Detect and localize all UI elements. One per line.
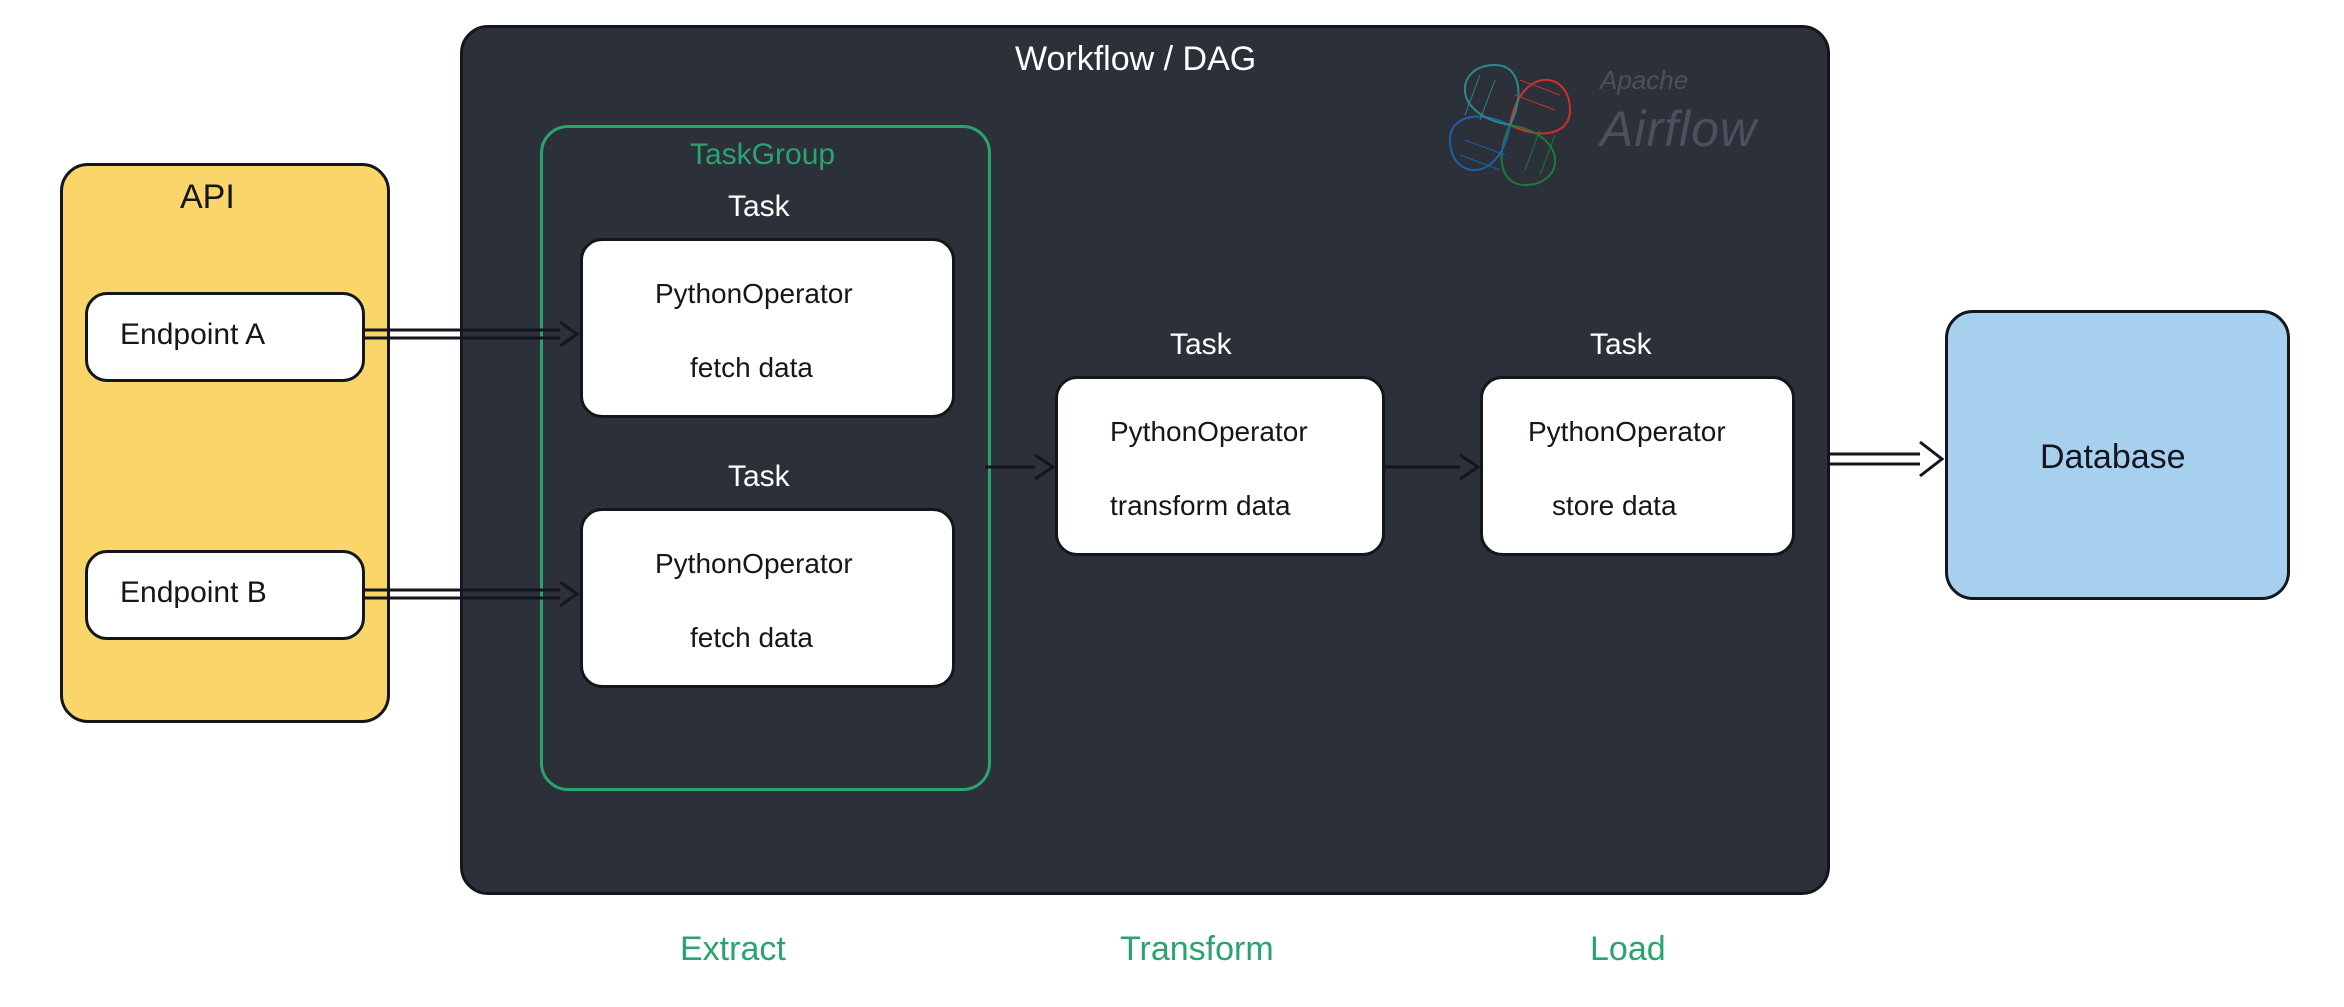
task-fetch-b-action: fetch data <box>690 622 813 654</box>
task-fetch-a-action: fetch data <box>690 352 813 384</box>
task-label-store: Task <box>1590 328 1652 362</box>
task-fetch-a-operator: PythonOperator <box>655 278 853 310</box>
task-label-fetch-a: Task <box>728 190 790 224</box>
database-title: Database <box>2040 438 2186 477</box>
task-label-transform: Task <box>1170 328 1232 362</box>
task-label-fetch-b: Task <box>728 460 790 494</box>
taskgroup-title: TaskGroup <box>690 138 835 172</box>
arrow-dag-to-database <box>1830 440 1945 480</box>
task-transform-action: transform data <box>1110 490 1291 522</box>
stage-load: Load <box>1590 930 1666 969</box>
airflow-logo-brand-bottom: Airflow <box>1600 100 1757 158</box>
task-transform <box>1055 376 1385 556</box>
diagram-canvas: API Endpoint A Endpoint B Workflow / DAG <box>0 0 2344 1007</box>
taskgroup-container <box>540 125 991 791</box>
task-transform-operator: PythonOperator <box>1110 416 1308 448</box>
api-title: API <box>180 178 235 217</box>
stage-extract: Extract <box>680 930 786 969</box>
airflow-logo-brand-top: Apache <box>1600 65 1688 96</box>
endpoint-a-label: Endpoint A <box>120 318 265 352</box>
task-store-operator: PythonOperator <box>1528 416 1726 448</box>
arrow-taskgroup-to-transform <box>985 453 1055 481</box>
task-fetch-a <box>580 238 955 418</box>
arrow-endpoint-a-to-fetch-a <box>365 320 580 350</box>
task-fetch-b-operator: PythonOperator <box>655 548 853 580</box>
task-fetch-b <box>580 508 955 688</box>
arrow-transform-to-store <box>1385 453 1480 481</box>
task-store <box>1480 376 1795 556</box>
stage-transform: Transform <box>1120 930 1274 969</box>
task-store-action: store data <box>1552 490 1677 522</box>
arrow-endpoint-b-to-fetch-b <box>365 580 580 610</box>
endpoint-b-label: Endpoint B <box>120 576 267 610</box>
dag-title: Workflow / DAG <box>1015 40 1256 79</box>
